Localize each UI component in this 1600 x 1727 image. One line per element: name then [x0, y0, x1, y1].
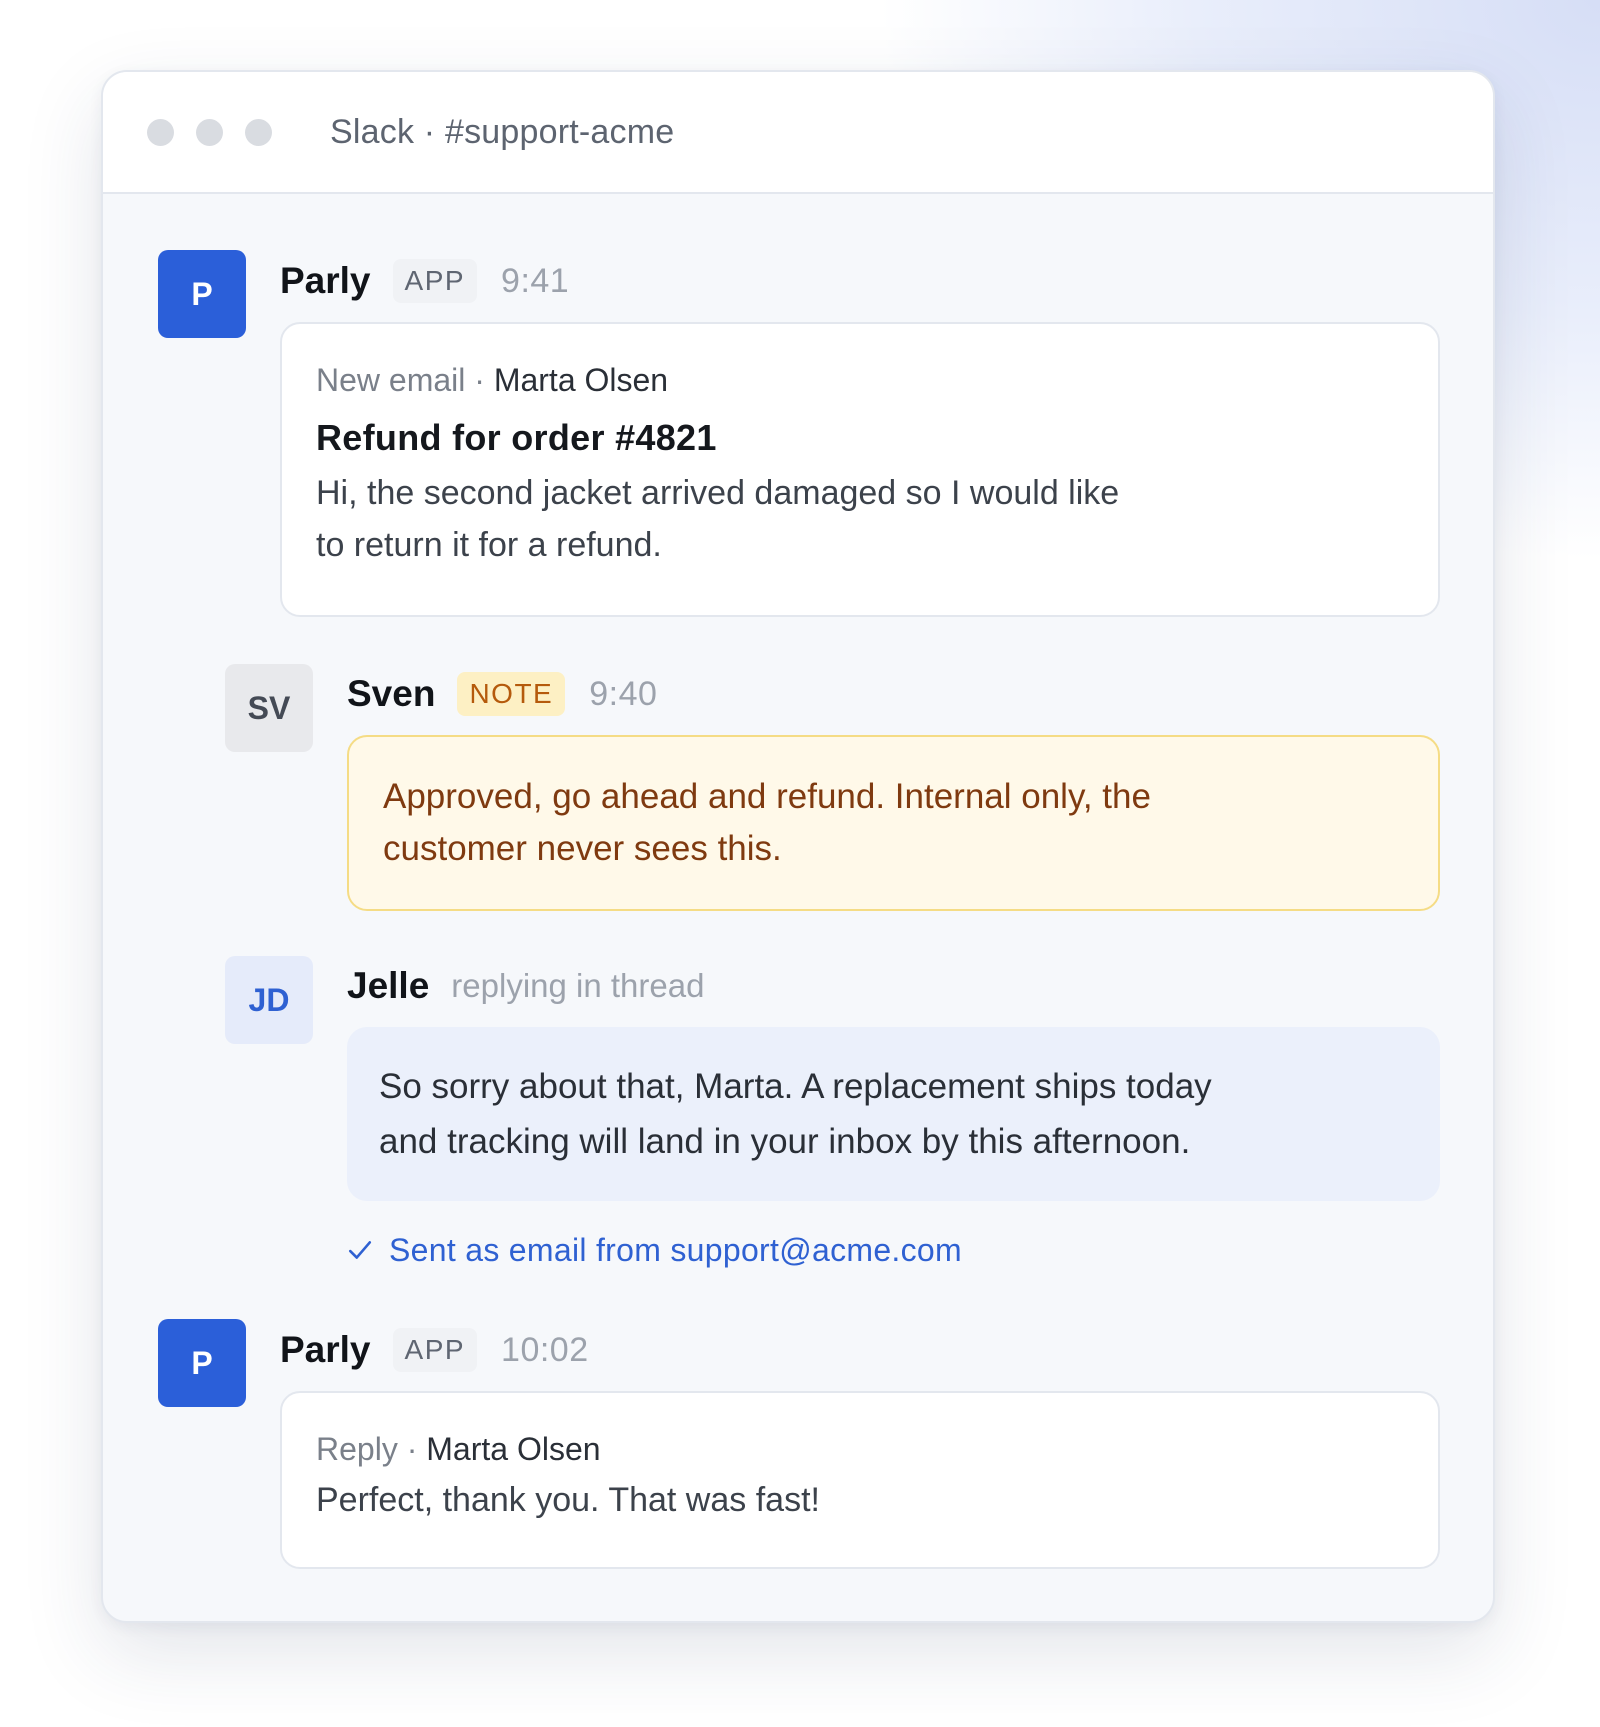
avatar-parly[interactable]: P [158, 250, 246, 338]
message-header: Parly APP 10:02 [280, 1325, 589, 1375]
sender-name[interactable]: Sven [347, 673, 435, 715]
window-title: Slack · #support-acme [330, 112, 675, 151]
slack-window: Slack · #support-acme P Parly APP 9:41 N… [101, 70, 1495, 1623]
email-sender: Marta Olsen [493, 362, 669, 398]
reply-email-card[interactable]: Reply · Marta Olsen Perfect, thank you. … [280, 1391, 1440, 1569]
email-body-line-2: to return it for a refund. [316, 526, 662, 564]
internal-note-card[interactable]: Approved, go ahead and refund. Internal … [347, 735, 1440, 911]
app-badge: APP [392, 259, 478, 303]
avatar-parly[interactable]: P [158, 1319, 246, 1407]
title-bar: Slack · #support-acme [103, 72, 1493, 194]
thread-reply-card[interactable]: So sorry about that, Marta. A replacemen… [347, 1027, 1440, 1201]
message-time[interactable]: 9:41 [501, 262, 569, 301]
message-header: Sven NOTE 9:40 [347, 669, 657, 719]
sender-name[interactable]: Parly [280, 260, 371, 302]
reply-line-2: and tracking will land in your inbox by … [379, 1122, 1191, 1161]
window-zoom-dot[interactable] [245, 118, 272, 146]
message-time[interactable]: 10:02 [501, 1331, 589, 1370]
email-card[interactable]: New email · Marta Olsen Refund for order… [280, 322, 1440, 617]
note-line-1: Approved, go ahead and refund. Internal … [383, 777, 1151, 816]
sent-status-text: Sent as email from support@acme.com [389, 1231, 962, 1268]
avatar-jelle[interactable]: JD [225, 956, 313, 1044]
avatar-sven[interactable]: SV [225, 664, 313, 752]
message-time[interactable]: 9:40 [589, 675, 657, 714]
reply-line-1: So sorry about that, Marta. A replacemen… [379, 1067, 1212, 1106]
email-subject: Refund for order #4821 [316, 417, 717, 458]
sender-name[interactable]: Parly [280, 1329, 371, 1371]
thread-status: replying in thread [451, 967, 705, 1004]
check-icon [348, 1241, 372, 1259]
sent-status[interactable]: Sent as email from support@acme.com [347, 1228, 962, 1272]
note-badge: NOTE [457, 672, 566, 716]
reply-body: Perfect, thank you. That was fast! [316, 1481, 820, 1519]
sender-name[interactable]: Jelle [347, 965, 429, 1007]
message-header: Parly APP 9:41 [280, 256, 569, 306]
reply-sender: Marta Olsen [426, 1431, 601, 1467]
email-body-line-1: Hi, the second jacket arrived damaged so… [316, 474, 1120, 512]
window-close-dot[interactable] [147, 118, 174, 146]
email-meta: New email · Marta Olsen [316, 362, 669, 398]
reply-meta: Reply · Marta Olsen [316, 1431, 601, 1467]
note-line-2: customer never sees this. [383, 829, 782, 868]
window-minimize-dot[interactable] [196, 118, 223, 146]
app-badge: APP [392, 1328, 478, 1372]
message-header: Jelle replying in thread [347, 961, 704, 1011]
